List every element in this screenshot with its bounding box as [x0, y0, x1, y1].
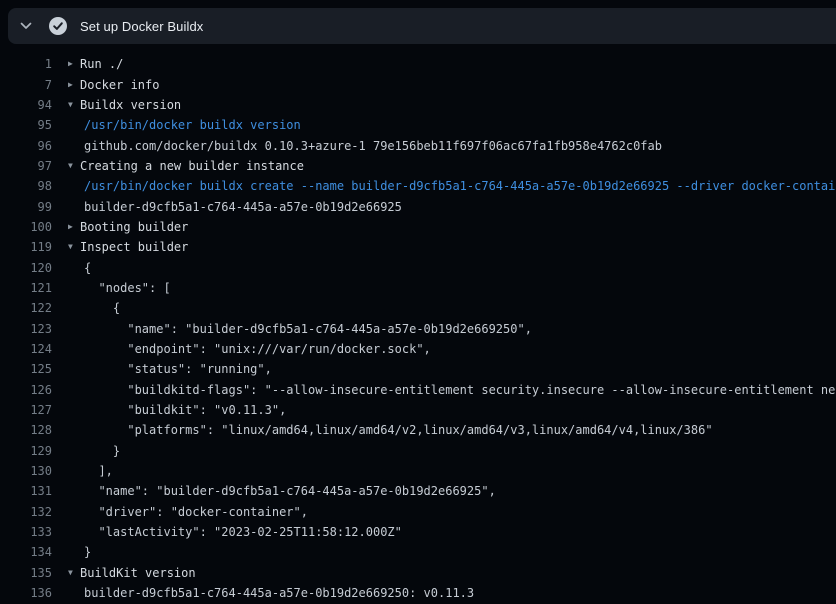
log-text: Creating a new builder instance [80, 159, 304, 173]
line-number[interactable]: 134 [0, 545, 52, 559]
line-number[interactable]: 129 [0, 444, 52, 458]
log-text: /usr/bin/docker buildx version [84, 118, 301, 132]
step-header[interactable]: Set up Docker Buildx [8, 8, 836, 44]
step-title: Set up Docker Buildx [80, 19, 203, 34]
log-lines-container: 1 ▶ Run ./ 7 ▶ Docker info 94 ▼ Buildx v… [0, 54, 836, 604]
log-text: "status": "running", [84, 362, 272, 376]
line-number[interactable]: 125 [0, 362, 52, 376]
line-number[interactable]: 130 [0, 464, 52, 478]
log-text: { [84, 301, 120, 315]
log-line: 96 github.com/docker/buildx 0.10.3+azure… [0, 135, 836, 155]
log-text: "nodes": [ [84, 281, 171, 295]
log-text: { [84, 261, 91, 275]
log-text: ], [84, 464, 113, 478]
log-line: 100 ▶ Booting builder [0, 217, 836, 237]
line-number[interactable]: 98 [0, 179, 52, 193]
line-number[interactable]: 128 [0, 423, 52, 437]
line-number[interactable]: 1 [0, 57, 52, 71]
log-text: Run ./ [80, 57, 123, 71]
log-line: 131 "name": "builder-d9cfb5a1-c764-445a-… [0, 481, 836, 501]
line-number[interactable]: 119 [0, 240, 52, 254]
line-number[interactable]: 133 [0, 525, 52, 539]
line-number[interactable]: 135 [0, 566, 52, 580]
log-text: builder-d9cfb5a1-c764-445a-a57e-0b19d2e6… [84, 200, 402, 214]
log-line: 133 "lastActivity": "2023-02-25T11:58:12… [0, 522, 836, 542]
log-line: 136 builder-d9cfb5a1-c764-445a-a57e-0b19… [0, 583, 836, 603]
log-text: } [84, 545, 91, 559]
log-line: 99 builder-d9cfb5a1-c764-445a-a57e-0b19d… [0, 196, 836, 216]
log-line: 98 /usr/bin/docker buildx create --name … [0, 176, 836, 196]
log-text: Inspect builder [80, 240, 188, 254]
log-text: "lastActivity": "2023-02-25T11:58:12.000… [84, 525, 402, 539]
line-number[interactable]: 7 [0, 78, 52, 92]
line-number[interactable]: 127 [0, 403, 52, 417]
log-line: 120 { [0, 257, 836, 277]
log-text: Booting builder [80, 220, 188, 234]
line-number[interactable]: 94 [0, 98, 52, 112]
log-line: 128 "platforms": "linux/amd64,linux/amd6… [0, 420, 836, 440]
line-number[interactable]: 96 [0, 139, 52, 153]
line-number[interactable]: 123 [0, 322, 52, 336]
log-line: 126 "buildkitd-flags": "--allow-insecure… [0, 380, 836, 400]
line-number[interactable]: 95 [0, 118, 52, 132]
log-line: 127 "buildkit": "v0.11.3", [0, 400, 836, 420]
log-text: "name": "builder-d9cfb5a1-c764-445a-a57e… [84, 322, 532, 336]
log-line: 129 } [0, 441, 836, 461]
log-text: "platforms": "linux/amd64,linux/amd64/v2… [84, 423, 713, 437]
line-number[interactable]: 120 [0, 261, 52, 275]
log-line: 94 ▼ Buildx version [0, 95, 836, 115]
log-text: "buildkit": "v0.11.3", [84, 403, 286, 417]
log-text: } [84, 444, 120, 458]
group-collapsed-icon[interactable]: ▶ [68, 81, 80, 89]
step-success-check-icon [49, 17, 67, 35]
line-number[interactable]: 121 [0, 281, 52, 295]
line-number[interactable]: 97 [0, 159, 52, 173]
log-line: 125 "status": "running", [0, 359, 836, 379]
line-number[interactable]: 124 [0, 342, 52, 356]
log-text: github.com/docker/buildx 0.10.3+azure-1 … [84, 139, 662, 153]
actions-log-viewer: Set up Docker Buildx 1 ▶ Run ./ 7 ▶ Dock… [0, 0, 836, 604]
log-line: 119 ▼ Inspect builder [0, 237, 836, 257]
line-number[interactable]: 99 [0, 200, 52, 214]
line-number[interactable]: 122 [0, 301, 52, 315]
line-number[interactable]: 100 [0, 220, 52, 234]
line-number[interactable]: 126 [0, 383, 52, 397]
log-line: 135 ▼ BuildKit version [0, 563, 836, 583]
log-line: 1 ▶ Run ./ [0, 54, 836, 74]
log-line: 122 { [0, 298, 836, 318]
line-number[interactable]: 131 [0, 484, 52, 498]
log-line: 132 "driver": "docker-container", [0, 502, 836, 522]
log-line: 130 ], [0, 461, 836, 481]
log-text: /usr/bin/docker buildx create --name bui… [84, 179, 836, 193]
log-line: 97 ▼ Creating a new builder instance [0, 156, 836, 176]
log-text: "buildkitd-flags": "--allow-insecure-ent… [84, 383, 836, 397]
line-number[interactable]: 132 [0, 505, 52, 519]
log-line: 124 "endpoint": "unix:///var/run/docker.… [0, 339, 836, 359]
group-expanded-icon[interactable]: ▼ [68, 162, 80, 170]
line-number[interactable]: 136 [0, 586, 52, 600]
chevron-down-icon[interactable] [18, 18, 34, 34]
log-text: builder-d9cfb5a1-c764-445a-a57e-0b19d2e6… [84, 586, 474, 600]
log-line: 123 "name": "builder-d9cfb5a1-c764-445a-… [0, 318, 836, 338]
log-text: BuildKit version [80, 566, 196, 580]
log-text: "name": "builder-d9cfb5a1-c764-445a-a57e… [84, 484, 496, 498]
log-text: Docker info [80, 78, 159, 92]
log-line: 121 "nodes": [ [0, 278, 836, 298]
log-line: 95 /usr/bin/docker buildx version [0, 115, 836, 135]
group-expanded-icon[interactable]: ▼ [68, 101, 80, 109]
group-collapsed-icon[interactable]: ▶ [68, 223, 80, 231]
log-line: 134 } [0, 542, 836, 562]
group-expanded-icon[interactable]: ▼ [68, 243, 80, 251]
log-text: Buildx version [80, 98, 181, 112]
log-text: "endpoint": "unix:///var/run/docker.sock… [84, 342, 431, 356]
log-line: 7 ▶ Docker info [0, 74, 836, 94]
group-collapsed-icon[interactable]: ▶ [68, 60, 80, 68]
group-expanded-icon[interactable]: ▼ [68, 569, 80, 577]
log-text: "driver": "docker-container", [84, 505, 308, 519]
